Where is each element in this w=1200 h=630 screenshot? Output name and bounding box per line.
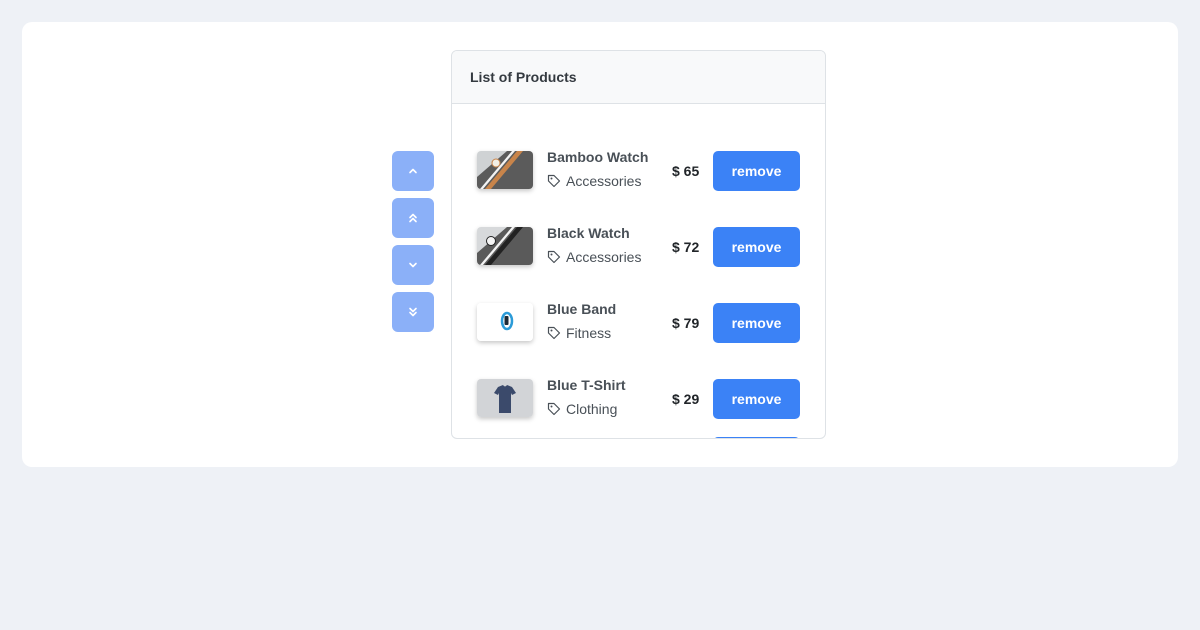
move-bottom-button[interactable] bbox=[392, 292, 434, 332]
partial-remove-button[interactable] bbox=[713, 437, 800, 438]
product-price: $ 79 bbox=[672, 315, 700, 331]
product-category-label: Accessories bbox=[566, 173, 642, 189]
remove-button[interactable]: remove bbox=[713, 303, 800, 343]
product-category: Accessories bbox=[547, 248, 641, 266]
product-name: Bamboo Watch bbox=[547, 149, 649, 165]
product-image-black-watch bbox=[477, 227, 533, 265]
chevrons-down-icon bbox=[409, 307, 417, 317]
product-category: Accessories bbox=[547, 172, 648, 190]
chevron-up-icon bbox=[409, 168, 417, 174]
product-name: Blue Band bbox=[547, 301, 617, 317]
move-down-button[interactable] bbox=[392, 245, 434, 285]
chevron-down-icon bbox=[409, 262, 417, 268]
product-info: Black Watch Accessories bbox=[547, 224, 641, 266]
list-item[interactable]: Blue T-Shirt Clothing $ 29 remove bbox=[452, 361, 825, 437]
product-category-label: Accessories bbox=[566, 249, 642, 265]
tag-icon bbox=[547, 326, 561, 340]
product-name: Black Watch bbox=[547, 225, 630, 241]
product-category-label: Clothing bbox=[566, 401, 618, 417]
product-image-blue-band bbox=[477, 303, 533, 341]
reorder-controls bbox=[392, 151, 434, 339]
product-info: Bamboo Watch Accessories bbox=[547, 148, 648, 190]
product-price: $ 29 bbox=[672, 391, 700, 407]
product-list[interactable]: Bamboo Watch Accessories $ 65 remove Bla… bbox=[452, 104, 825, 438]
product-image-blue-t-shirt bbox=[477, 379, 533, 417]
tag-icon bbox=[547, 250, 561, 264]
move-up-button[interactable] bbox=[392, 151, 434, 191]
panel-title: List of Products bbox=[452, 51, 825, 104]
remove-button[interactable]: remove bbox=[713, 227, 800, 267]
product-image-bamboo-watch bbox=[477, 151, 533, 189]
list-item[interactable]: Bamboo Watch Accessories $ 65 remove bbox=[452, 133, 825, 209]
list-item[interactable]: Blue Band Fitness $ 79 remove bbox=[452, 285, 825, 361]
tag-icon bbox=[547, 174, 561, 188]
product-category-label: Fitness bbox=[566, 325, 612, 341]
list-item[interactable]: Black Watch Accessories $ 72 remove bbox=[452, 209, 825, 285]
product-category: Fitness bbox=[547, 324, 616, 342]
product-price: $ 72 bbox=[672, 239, 700, 255]
product-info: Blue Band Fitness bbox=[547, 300, 616, 342]
chevrons-up-icon bbox=[409, 213, 417, 223]
product-name: Blue T-Shirt bbox=[547, 377, 626, 393]
product-price: $ 65 bbox=[672, 163, 700, 179]
product-category: Clothing bbox=[547, 400, 626, 418]
product-info: Blue T-Shirt Clothing bbox=[547, 376, 626, 418]
remove-button[interactable]: remove bbox=[713, 379, 800, 419]
tag-icon bbox=[547, 402, 561, 416]
product-list-panel: List of Products Bamboo Watch Accessorie… bbox=[451, 50, 826, 439]
move-top-button[interactable] bbox=[392, 198, 434, 238]
remove-button[interactable]: remove bbox=[713, 151, 800, 191]
